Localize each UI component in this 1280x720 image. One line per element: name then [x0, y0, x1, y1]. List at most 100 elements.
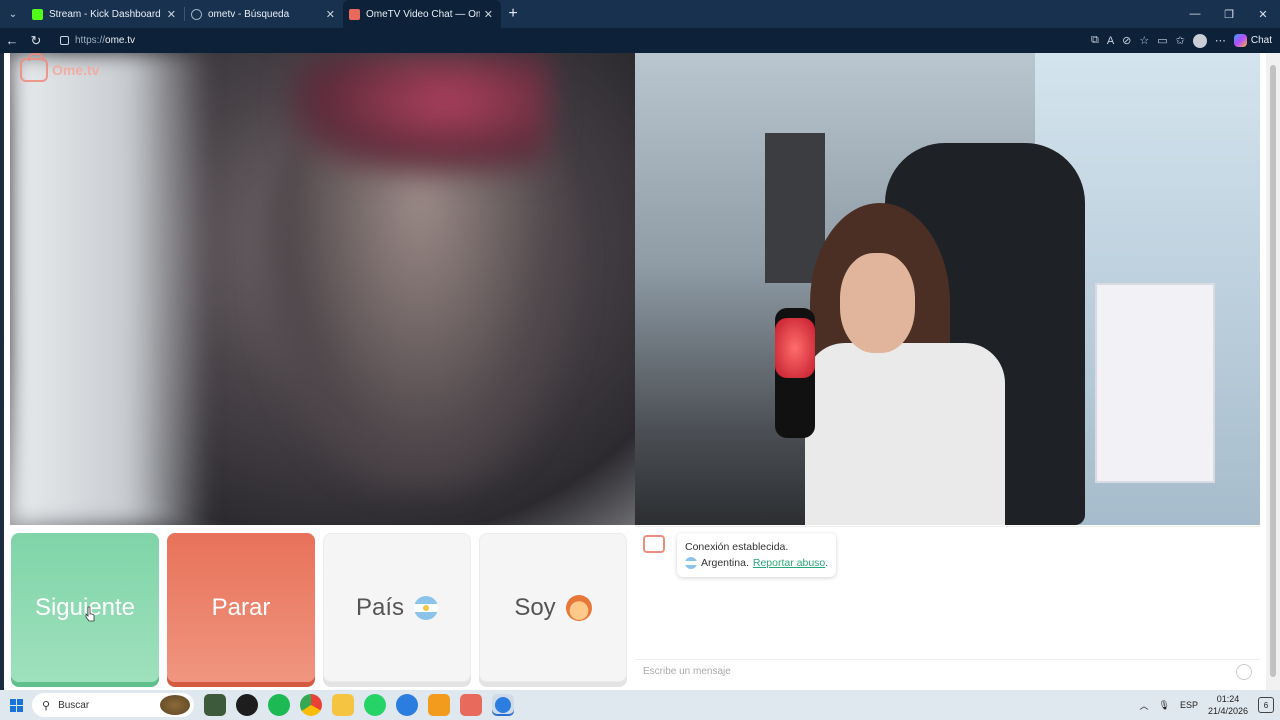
argentina-flag-icon — [685, 557, 697, 569]
address-bar: ← ↻ https://ome.tv ⧉ A ⊘ ☆ ▭ ✩ ⋯ Chat — [0, 28, 1280, 53]
chrome-icon[interactable] — [300, 694, 322, 716]
report-suffix: . — [825, 557, 829, 569]
system-message: Conexión establecida. Argentina. Reporta… — [677, 533, 837, 577]
tab-title: Stream - Kick Dashboard — [49, 8, 161, 20]
notification-count: 6 — [1263, 700, 1269, 710]
ometv-app-icon[interactable] — [460, 694, 482, 716]
minimize-icon[interactable]: — — [1178, 0, 1212, 28]
message-placeholder: Escribe un mensaje — [643, 666, 731, 677]
time: 01:24 — [1216, 694, 1240, 704]
url-field[interactable]: https://ome.tv — [52, 30, 1212, 51]
back-button[interactable]: ← — [0, 29, 24, 53]
tab-ometv-search[interactable]: ometv - Búsqueda ✕ — [185, 0, 343, 28]
arrow-left-icon: ← — [5, 33, 19, 48]
close-tab-icon[interactable]: ✕ — [326, 8, 335, 21]
copilot-chat-button[interactable]: Chat — [1233, 34, 1272, 47]
date: 21/4/2026 — [1207, 706, 1248, 716]
refresh-icon: ↻ — [30, 32, 42, 48]
start-button[interactable] — [0, 690, 32, 720]
system-tray: ︿ 🎙 ESP 01:24 21/4/2026 6 — [1139, 690, 1274, 720]
blurred-hair — [290, 53, 550, 173]
new-tab-button[interactable]: + — [501, 5, 525, 23]
stop-button[interactable]: Parar — [167, 533, 315, 682]
person-body — [805, 343, 1005, 525]
ometv-logo: Ome.tv — [20, 53, 100, 82]
country-row: Argentina. Reportar abuso. — [685, 555, 828, 571]
tv-logo-icon — [20, 53, 48, 82]
connection-text: Conexión establecida. — [685, 541, 789, 553]
language-indicator[interactable]: ESP — [1180, 700, 1198, 710]
toolbar-actions: ⧉ A ⊘ ☆ ▭ ✩ ⋯ Chat — [1091, 28, 1272, 53]
tv-logo-icon — [643, 535, 665, 553]
notifications-button[interactable]: 6 — [1258, 697, 1274, 713]
profile-avatar[interactable] — [1192, 33, 1207, 48]
window-controls: — ❐ ✕ — [1178, 0, 1280, 28]
video-icon[interactable]: ▭ — [1157, 34, 1167, 47]
logo-text: Ome.tv — [52, 62, 100, 78]
clock[interactable]: 01:24 21/4/2026 — [1208, 693, 1248, 717]
argentina-flag-icon — [414, 595, 439, 620]
photos-icon[interactable] — [428, 694, 450, 716]
edge-active-icon[interactable] — [492, 694, 514, 716]
more-options-icon[interactable]: ⋯ — [1215, 34, 1226, 47]
close-tab-icon[interactable]: ✕ — [484, 8, 493, 21]
refresh-button[interactable]: ↻ — [24, 29, 48, 53]
kick-favicon-icon — [32, 8, 43, 20]
taskbar-search[interactable]: ⚲ Buscar — [32, 693, 194, 717]
edge-icon[interactable] — [396, 694, 418, 716]
whatsapp-icon[interactable] — [364, 694, 386, 716]
scrollbar-thumb[interactable] — [1270, 65, 1276, 677]
file-explorer-icon[interactable] — [332, 694, 354, 716]
chat-panel: Conexión establecida. Argentina. Reporta… — [635, 526, 1260, 682]
lock-icon — [60, 36, 69, 45]
close-tab-icon[interactable]: ✕ — [167, 8, 176, 21]
translate-icon[interactable]: A — [1107, 35, 1114, 47]
search-icon: ⚲ — [42, 699, 51, 712]
gender-button[interactable]: Soy — [479, 533, 627, 682]
spotify-icon[interactable] — [268, 694, 290, 716]
open-in-app-icon[interactable]: ⧉ — [1091, 34, 1099, 47]
microphone-icon[interactable]: 🎙 — [1159, 700, 1170, 711]
report-abuse-link[interactable]: Reportar abuso — [753, 557, 825, 569]
restore-icon[interactable]: ❐ — [1212, 0, 1246, 28]
blurred-background — [10, 53, 210, 525]
copilot-icon — [1233, 34, 1247, 47]
favorites-icon[interactable]: ✩ — [1176, 34, 1185, 47]
country-text: Argentina. — [701, 557, 749, 569]
windows-taskbar: ⚲ Buscar ︿ 🎙 ESP 01:24 21/4/2026 6 — [0, 690, 1280, 720]
page-scrollbar[interactable] — [1266, 53, 1280, 690]
chevron-up-icon[interactable]: ︿ — [1139, 699, 1148, 712]
tab-actions-menu[interactable]: ⌄ — [0, 0, 26, 28]
hand-cursor-icon — [85, 606, 95, 622]
windows-logo-icon — [9, 698, 23, 712]
stranger-video — [10, 53, 635, 525]
ometv-favicon-icon — [349, 8, 360, 20]
chevron-down-icon: ⌄ — [8, 8, 18, 20]
stop-label: Parar — [211, 593, 271, 621]
tab-ometv-video-chat[interactable]: OmeTV Video Chat — Omegle ✕ — [343, 0, 501, 28]
search-highlight-image — [160, 695, 190, 715]
tab-title: ometv - Búsqueda — [208, 8, 290, 20]
emoji-icon[interactable] — [1236, 664, 1252, 680]
country-label: País — [355, 593, 405, 621]
country-button[interactable]: País — [323, 533, 471, 682]
search-placeholder: Buscar — [58, 699, 90, 711]
gender-label: Soy — [514, 593, 556, 621]
message-input[interactable]: Escribe un mensaje — [635, 659, 1260, 683]
microphone-light — [775, 318, 815, 378]
woman-emoji-icon — [565, 594, 592, 621]
tab-kick-dashboard[interactable]: Stream - Kick Dashboard ✕ — [26, 0, 184, 28]
tracking-prevention-icon[interactable]: ⊘ — [1122, 34, 1131, 47]
copilot-label: Chat — [1250, 35, 1272, 46]
tab-bar: ⌄ Stream - Kick Dashboard ✕ ometv - Búsq… — [0, 0, 1280, 28]
pinned-apps — [204, 694, 514, 716]
url-host: ome.tv — [105, 35, 136, 46]
tab-title: OmeTV Video Chat — Omegle — [366, 8, 480, 20]
minecraft-icon[interactable] — [204, 694, 226, 716]
close-window-icon[interactable]: ✕ — [1246, 0, 1280, 28]
self-video — [635, 53, 1260, 525]
url-scheme: https:// — [75, 35, 106, 46]
person-face — [840, 253, 915, 353]
favorite-star-icon[interactable]: ☆ — [1139, 34, 1149, 47]
obs-icon[interactable] — [236, 694, 258, 716]
